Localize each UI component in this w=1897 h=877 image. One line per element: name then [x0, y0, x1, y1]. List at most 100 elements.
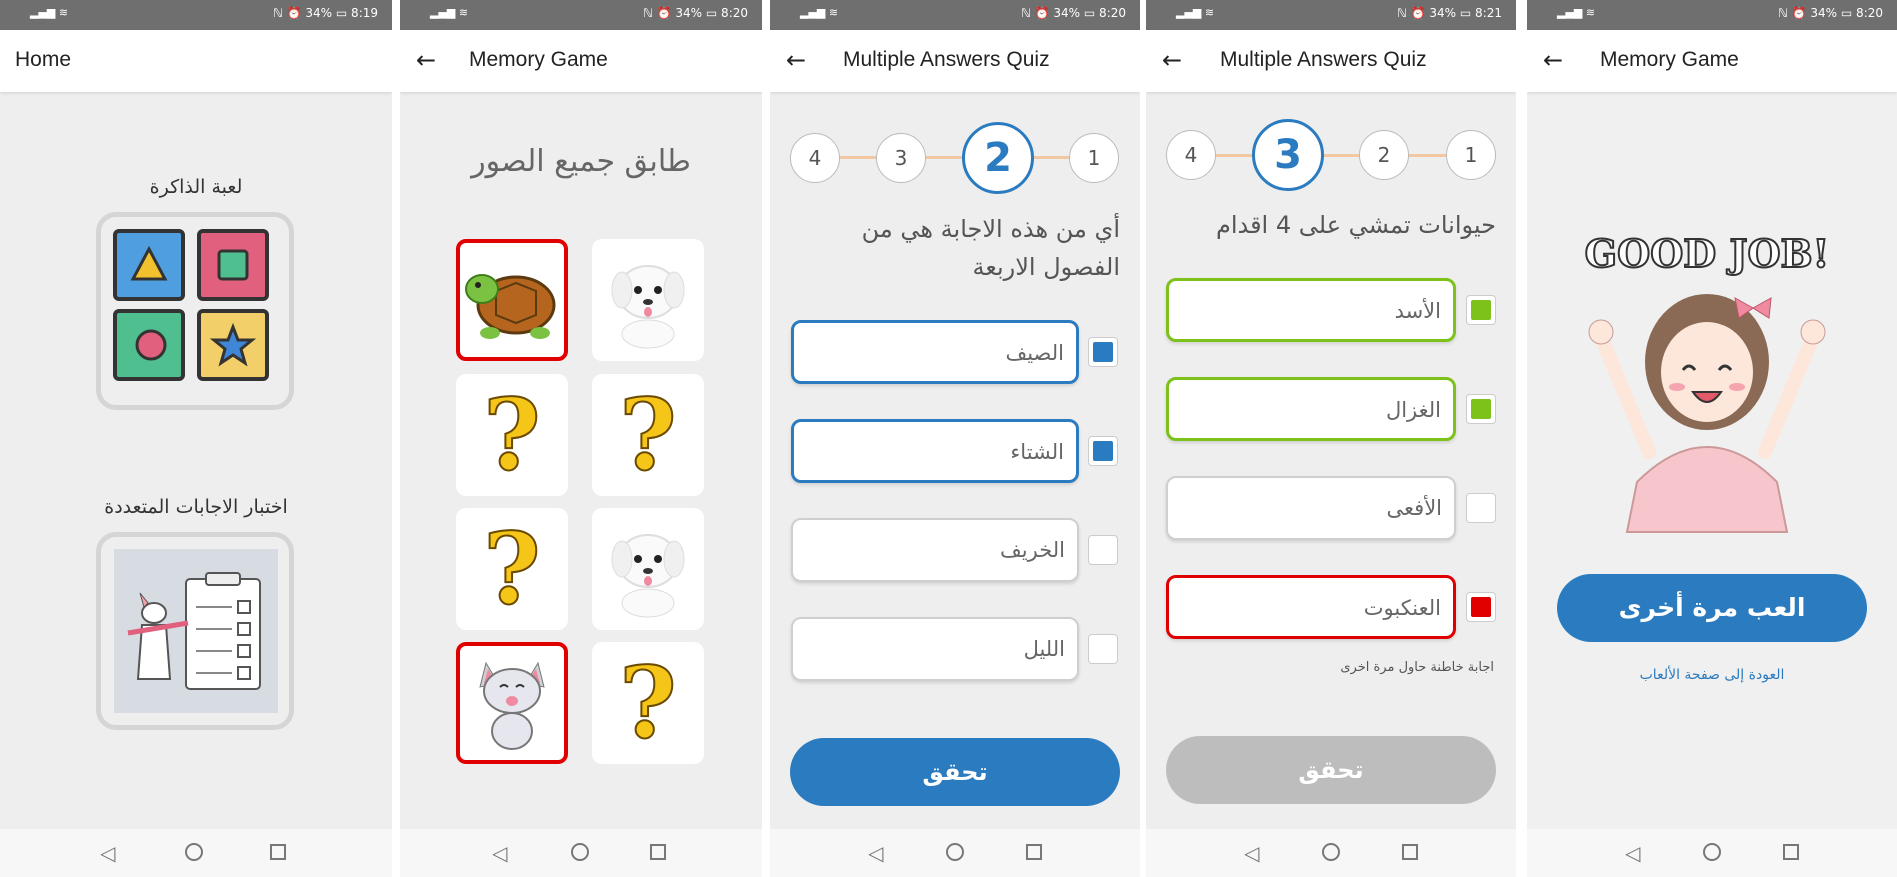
screen-memory-game: ▂▄▆ ≋ ℕ ⏰ 34% ▭ 8:20 ← Memory Game طابق …: [400, 0, 762, 877]
nav-recent-icon[interactable]: [1783, 844, 1799, 860]
memory-game-card[interactable]: [96, 212, 294, 410]
nav-home-icon[interactable]: [1703, 843, 1721, 861]
app-bar: ← Memory Game: [400, 30, 762, 92]
nav-recent-icon[interactable]: [1026, 844, 1042, 860]
app-bar: ← Multiple Answers Quiz: [770, 30, 1140, 92]
turtle-icon: [465, 274, 556, 339]
status-bar: ▂▄▆ ≋ ℕ ⏰ 34% ▭ 8:21: [1146, 0, 1516, 30]
back-arrow-icon[interactable]: ←: [786, 46, 806, 74]
page-title: Home: [15, 48, 72, 71]
system-nav-bar: ◁: [400, 829, 762, 877]
checkbox-fill: [1471, 300, 1491, 320]
answer-option[interactable]: العنكبوت: [1166, 575, 1456, 639]
screen-home: ▂▄▆ ≋ ℕ ⏰ 34% ▭ 8:19 Home لعبة الذاكرة ا…: [0, 0, 392, 877]
answer-option[interactable]: الشتاء: [791, 419, 1079, 483]
nav-back-icon[interactable]: ◁: [100, 841, 115, 865]
question-mark-icon: ?: [482, 377, 541, 494]
system-nav-bar: ◁: [770, 829, 1140, 877]
good-job-sticker: GOOD JOB!: [1557, 212, 1857, 542]
play-again-button[interactable]: العب مرة أخرى: [1557, 574, 1867, 642]
nav-home-icon[interactable]: [571, 843, 589, 861]
question-mark-icon: ?: [618, 377, 677, 494]
answer-checkbox[interactable]: [1466, 592, 1496, 622]
nav-back-icon[interactable]: ◁: [1625, 841, 1640, 865]
answer-checkbox[interactable]: [1466, 295, 1496, 325]
question-mark-icon: ?: [618, 645, 677, 762]
back-arrow-icon[interactable]: ←: [1543, 46, 1563, 74]
back-arrow-icon[interactable]: ←: [416, 46, 436, 74]
checkbox-fill: [1093, 441, 1113, 461]
answer-checkbox[interactable]: [1088, 634, 1118, 664]
signal-wifi-icon: ▂▄▆ ≋: [30, 6, 69, 19]
step-2-active: 2: [962, 122, 1034, 194]
nav-back-icon[interactable]: ◁: [492, 841, 507, 865]
stepper-line: [1196, 154, 1466, 157]
status-info: ℕ ⏰ 34% ▭ 8:19: [273, 6, 378, 20]
app-bar: Home: [0, 30, 392, 92]
answer-checkbox[interactable]: [1088, 535, 1118, 565]
nav-recent-icon[interactable]: [270, 844, 286, 860]
checkbox-fill: [1093, 342, 1113, 362]
error-message: اجابة خاطنة حاول مرة اخرى: [1340, 660, 1494, 675]
screen-good-job: ▂▄▆ ≋ ℕ ⏰ 34% ▭ 8:20 ← Memory Game GOOD …: [1527, 0, 1897, 877]
puppy-icon: [611, 534, 685, 618]
nav-recent-icon[interactable]: [1402, 844, 1418, 860]
card-hidden[interactable]: ?: [592, 374, 704, 496]
verify-button: تحقق: [1166, 736, 1496, 804]
nav-home-icon[interactable]: [185, 843, 203, 861]
status-bar: ▂▄▆ ≋ ℕ ⏰ 34% ▭ 8:20: [770, 0, 1140, 30]
multi-answer-quiz-label: اختبار الاجابات المتعددة: [104, 496, 288, 518]
star-tile: [197, 309, 269, 381]
card-hidden[interactable]: ?: [592, 642, 704, 764]
card-puppy[interactable]: [592, 508, 704, 630]
screen-quiz-step-3: ▂▄▆ ≋ ℕ ⏰ 34% ▭ 8:21 ← Multiple Answers …: [1146, 0, 1516, 877]
card-puppy[interactable]: [592, 239, 704, 361]
answer-option[interactable]: الغزال: [1166, 377, 1456, 441]
status-info: ℕ ⏰ 34% ▭ 8:21: [1397, 6, 1502, 20]
nav-back-icon[interactable]: ◁: [868, 841, 883, 865]
nav-back-icon[interactable]: ◁: [1244, 841, 1259, 865]
multi-answer-quiz-card[interactable]: [96, 532, 294, 730]
back-to-games-link[interactable]: العودة إلى صفحة الألعاب: [1527, 667, 1897, 683]
circle-tile: [113, 309, 185, 381]
memory-game-label: لعبة الذاكرة: [149, 176, 243, 198]
answer-option[interactable]: الخريف: [791, 518, 1079, 582]
step-3-active: 3: [1252, 119, 1324, 191]
page-title: Multiple Answers Quiz: [843, 48, 1050, 71]
card-kitten[interactable]: [456, 642, 568, 764]
nav-home-icon[interactable]: [946, 843, 964, 861]
card-hidden[interactable]: ?: [456, 374, 568, 496]
system-nav-bar: ◁: [1146, 829, 1516, 877]
nav-recent-icon[interactable]: [650, 844, 666, 860]
verify-button[interactable]: تحقق: [790, 738, 1120, 806]
answer-option[interactable]: الأفعى: [1166, 476, 1456, 540]
status-bar: ▂▄▆ ≋ ℕ ⏰ 34% ▭ 8:20: [1527, 0, 1897, 30]
answer-option[interactable]: الليل: [791, 617, 1079, 681]
answer-checkbox[interactable]: [1088, 436, 1118, 466]
square-tile: [197, 229, 269, 301]
kitten-icon: [479, 661, 545, 750]
page-title: Memory Game: [1600, 48, 1739, 71]
answer-option[interactable]: الأسد: [1166, 278, 1456, 342]
app-bar: ← Multiple Answers Quiz: [1146, 30, 1516, 92]
screen-quiz-step-2: ▂▄▆ ≋ ℕ ⏰ 34% ▭ 8:20 ← Multiple Answers …: [770, 0, 1140, 877]
step-2: 2: [1359, 130, 1409, 180]
card-hidden[interactable]: ?: [456, 508, 568, 630]
step-1: 1: [1069, 133, 1119, 183]
answer-checkbox[interactable]: [1466, 493, 1496, 523]
checkbox-fill: [1471, 597, 1491, 617]
status-info: ℕ ⏰ 34% ▭ 8:20: [1778, 6, 1883, 20]
back-arrow-icon[interactable]: ←: [1162, 46, 1182, 74]
checkbox-fill: [1471, 399, 1491, 419]
status-info: ℕ ⏰ 34% ▭ 8:20: [643, 6, 748, 20]
signal-wifi-icon: ▂▄▆ ≋: [430, 6, 469, 19]
page-title: Memory Game: [469, 48, 608, 71]
answer-option[interactable]: الصيف: [791, 320, 1079, 384]
card-turtle[interactable]: [456, 239, 568, 361]
system-nav-bar: ◁: [1527, 829, 1897, 877]
answer-checkbox[interactable]: [1088, 337, 1118, 367]
nav-home-icon[interactable]: [1322, 843, 1340, 861]
triangle-tile: [113, 229, 185, 301]
page-title: Multiple Answers Quiz: [1220, 48, 1427, 71]
answer-checkbox[interactable]: [1466, 394, 1496, 424]
